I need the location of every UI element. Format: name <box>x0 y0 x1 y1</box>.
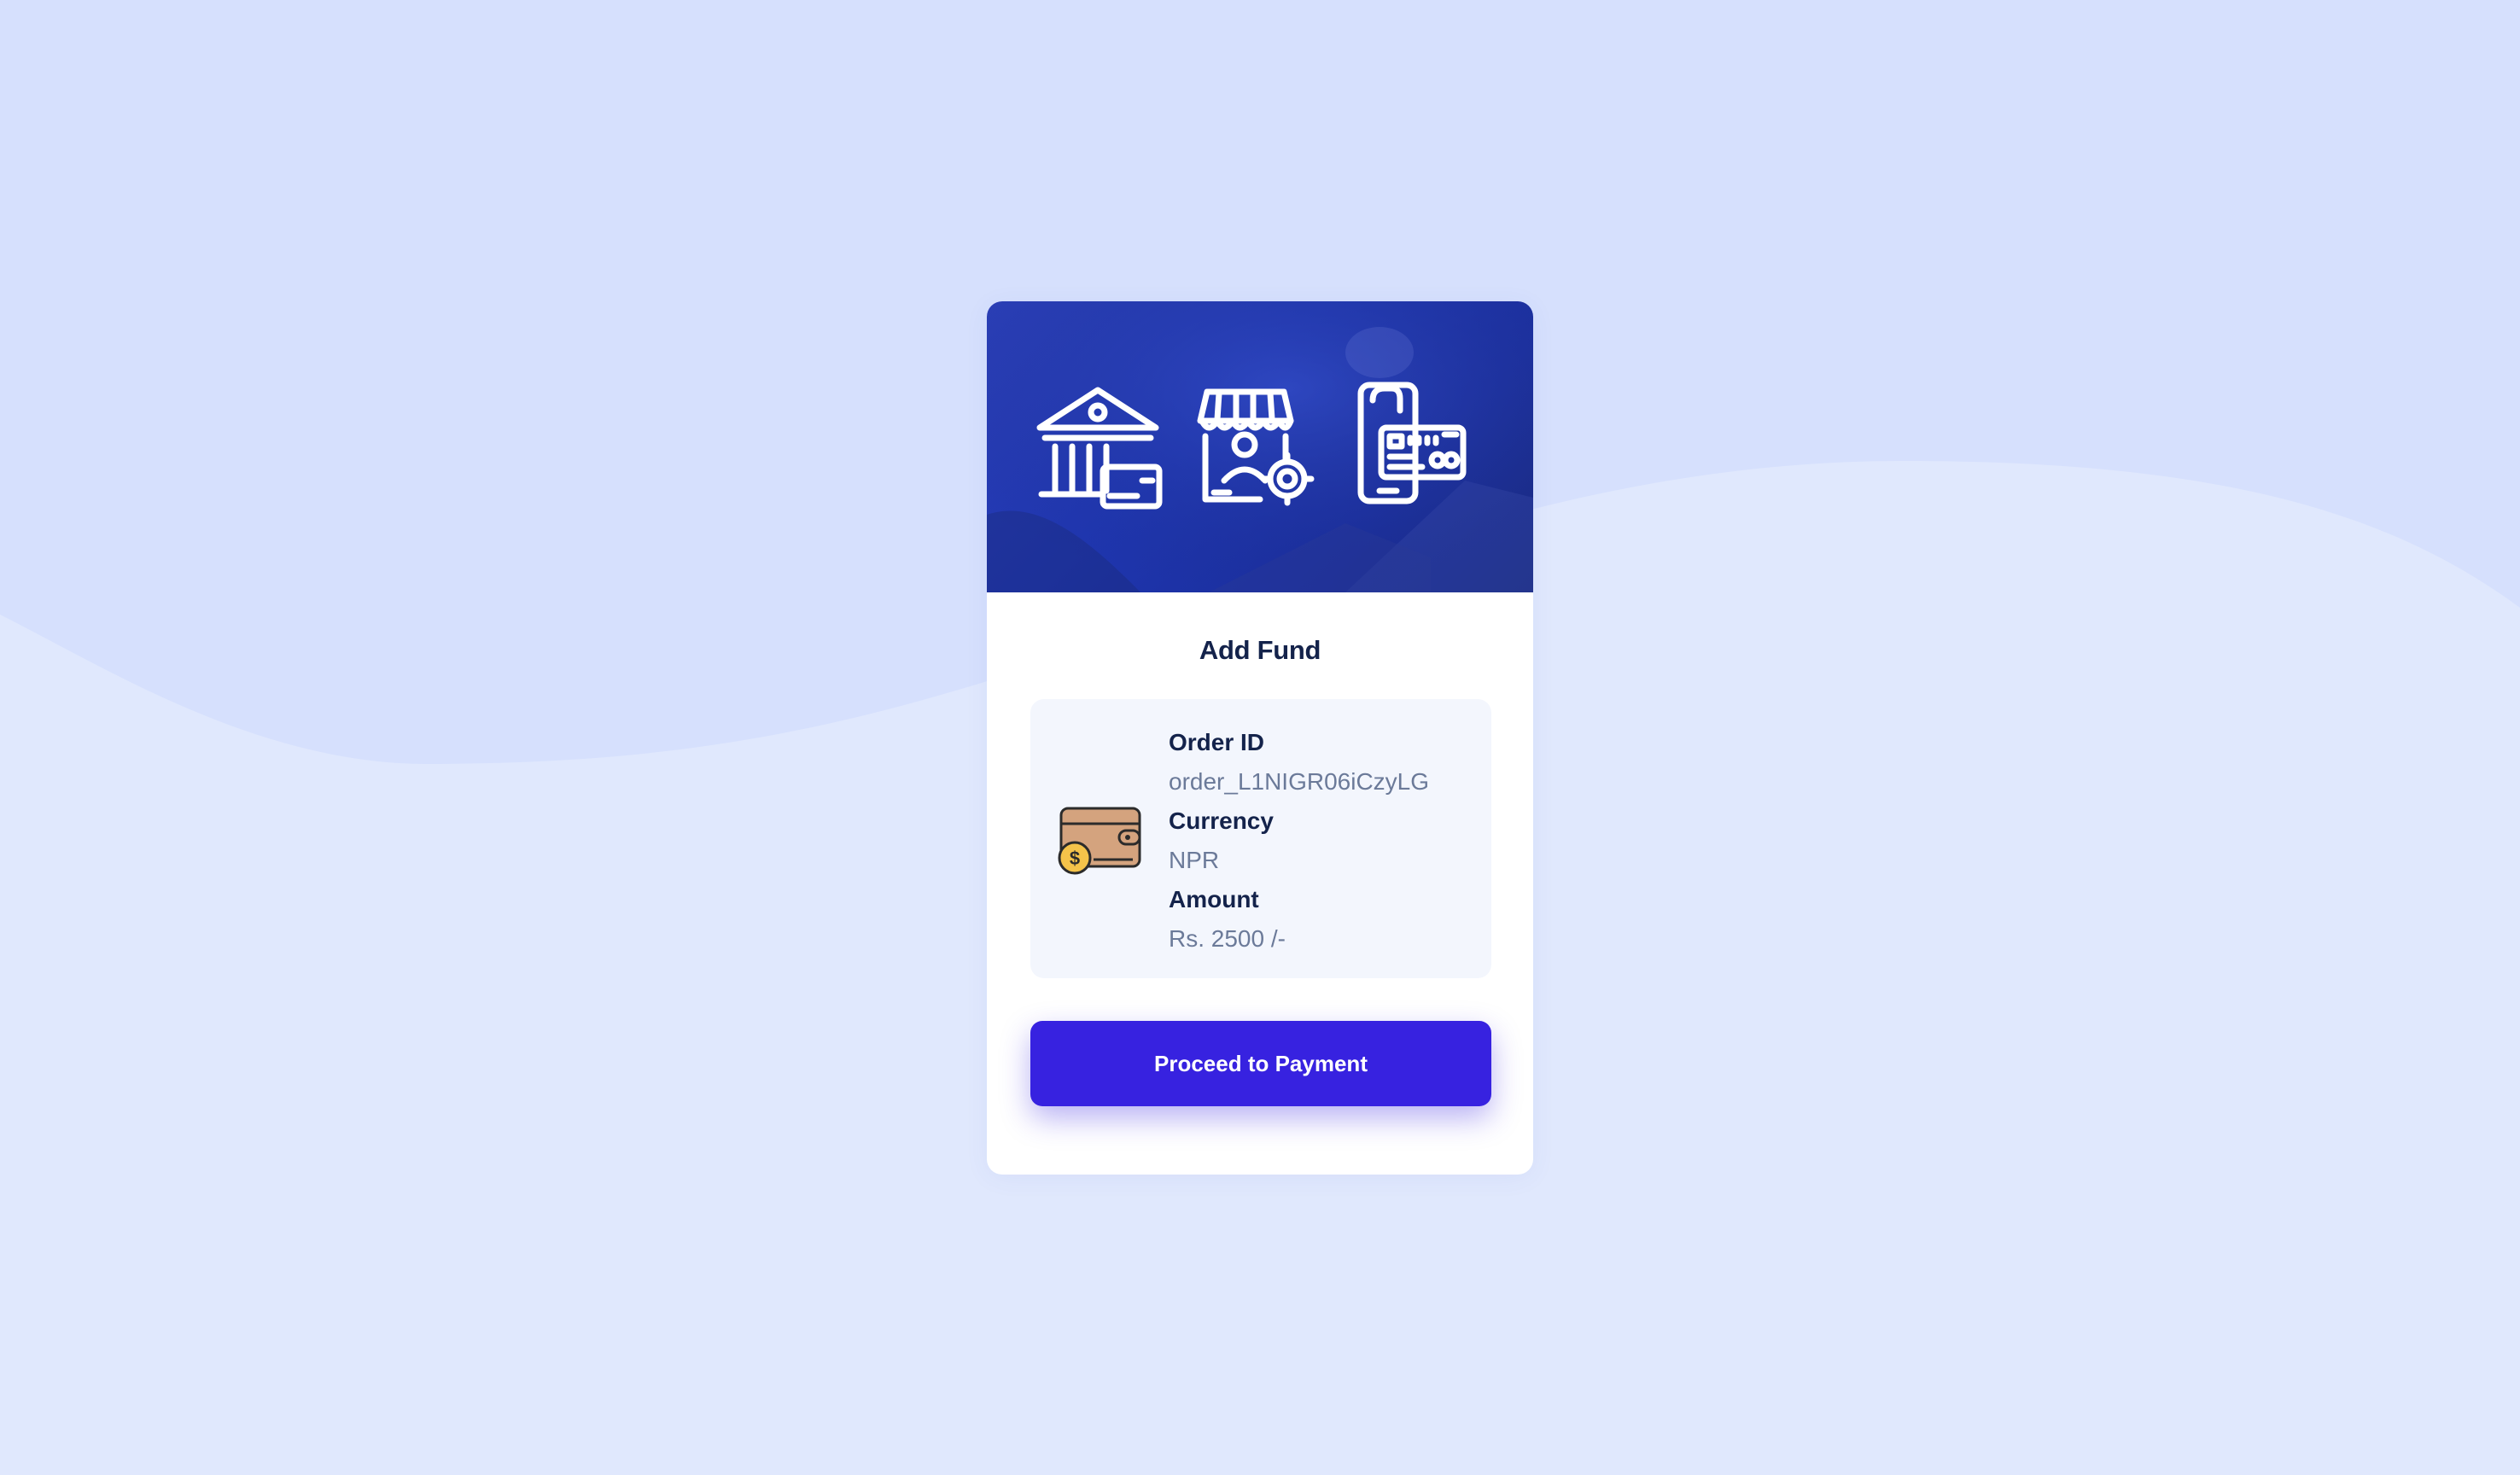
amount-value: Rs. 2500 /- <box>1169 925 1286 952</box>
add-fund-card: Add Fund $ Order ID order_L1NIGR06iCzyLG… <box>987 301 1533 1175</box>
order-id-value: order_L1NIGR06iCzyLG <box>1169 768 1430 795</box>
order-fields: Order ID order_L1NIGR06iCzyLG Currency N… <box>1169 723 1429 959</box>
bank-card-icon <box>1036 387 1163 510</box>
wallet-coin-icon: $ <box>1058 807 1141 875</box>
shop-settings-icon <box>1197 388 1315 506</box>
proceed-to-payment-button[interactable]: Proceed to Payment <box>1030 1021 1491 1106</box>
page-title: Add Fund <box>1199 635 1321 665</box>
payment-banner <box>987 301 1533 592</box>
svg-text:$: $ <box>1070 848 1080 869</box>
currency-label: Currency <box>1169 807 1274 834</box>
mobile-card-payment-icon <box>1357 382 1467 504</box>
order-details-panel: $ Order ID order_L1NIGR06iCzyLG Currency… <box>1030 699 1491 978</box>
amount-label: Amount <box>1169 886 1259 912</box>
order-id-label: Order ID <box>1169 729 1265 755</box>
currency-value: NPR <box>1169 847 1220 873</box>
